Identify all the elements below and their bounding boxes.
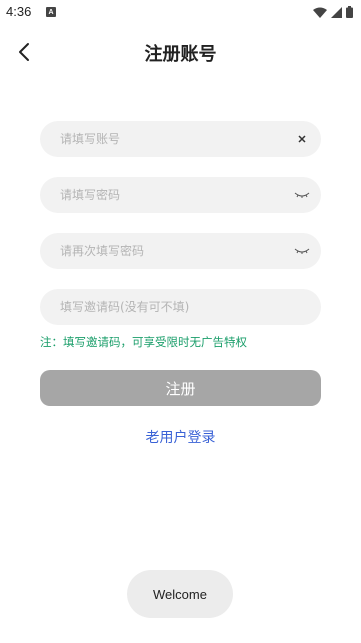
header: 注册账号 [0, 34, 361, 70]
notification-icon: A [46, 7, 56, 17]
invite-code-input[interactable] [40, 299, 292, 315]
status-icons [313, 6, 353, 18]
eye-closed-icon [294, 192, 310, 198]
account-field [40, 121, 321, 157]
password-visibility-toggle[interactable] [293, 186, 311, 204]
existing-user-login-link[interactable]: 老用户登录 [0, 427, 361, 447]
close-icon [298, 135, 306, 143]
wifi-icon [313, 7, 327, 18]
welcome-toast: Welcome [127, 570, 233, 618]
signal-icon [331, 6, 342, 18]
confirm-password-field [40, 233, 321, 269]
status-time: 4:36 [6, 4, 32, 19]
eye-closed-icon [294, 248, 310, 254]
invite-code-field [40, 289, 321, 325]
confirm-password-visibility-toggle[interactable] [293, 242, 311, 260]
page-title: 注册账号 [144, 44, 217, 65]
account-input[interactable] [40, 131, 292, 147]
clear-button[interactable] [293, 130, 311, 148]
confirm-password-input[interactable] [40, 243, 292, 259]
invite-code-tip: 注：填写邀请码，可享受限时无广告特权 [40, 335, 247, 349]
password-input[interactable] [40, 187, 292, 203]
status-bar: 4:36 A [0, 0, 361, 24]
battery-icon [346, 6, 353, 18]
notification-glyph: A [48, 8, 54, 16]
password-field [40, 177, 321, 213]
register-button[interactable]: 注册 [40, 370, 321, 406]
